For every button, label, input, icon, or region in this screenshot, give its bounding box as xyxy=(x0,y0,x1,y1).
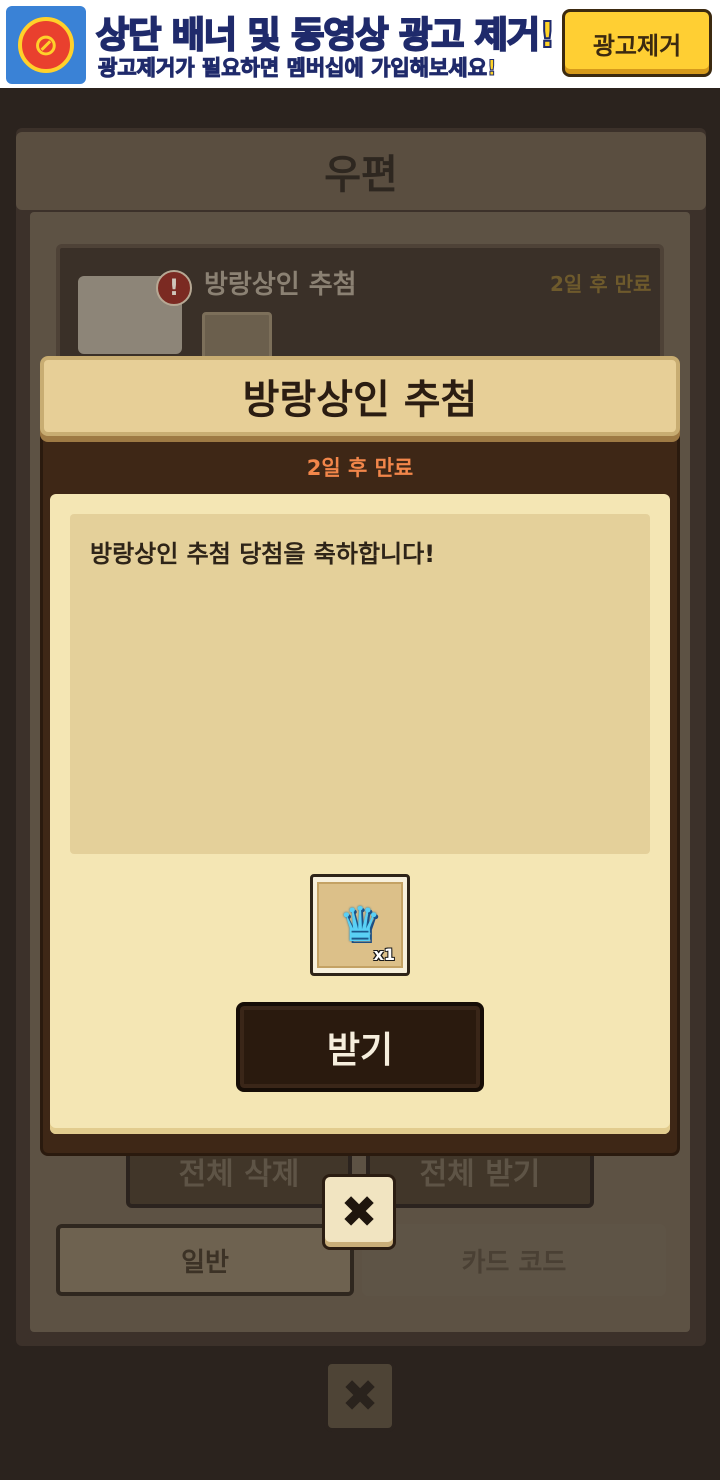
ad-banner-subtitle: 광고제거가 필요하면 멤버십에 가입해보세요! xyxy=(98,56,498,81)
tab-card-code[interactable]: 카드 코드 xyxy=(362,1224,666,1296)
reward-item-frame: ♛ x1 xyxy=(317,882,403,968)
dialog-message: 방랑상인 추첨 당첨을 축하합니다! xyxy=(90,540,436,568)
no-ads-glyph: ⊘ xyxy=(18,17,74,73)
mailbox-close-button[interactable]: ✖ xyxy=(324,1360,396,1432)
remove-ads-button[interactable]: 광고제거 xyxy=(562,9,712,77)
mailbox-header: 우편 xyxy=(16,132,706,210)
alert-icon: ! xyxy=(156,270,192,306)
mail-item-expiry: 2일 후 만료 xyxy=(550,272,652,296)
mail-item-title: 방랑상인 추첨 xyxy=(204,270,357,300)
receive-button-label: 받기 xyxy=(326,1030,394,1071)
dialog-expiry: 2일 후 만료 xyxy=(306,456,414,480)
mailbox-title: 우편 xyxy=(324,152,398,198)
reward-quantity: x1 xyxy=(373,945,395,964)
reward-item-slot[interactable]: ♛ x1 xyxy=(310,874,410,976)
dialog-header: 방랑상인 추첨 xyxy=(40,356,680,436)
dialog-close-button[interactable]: ✖ xyxy=(322,1174,396,1250)
ad-remove-icon: ⊘ xyxy=(6,6,86,84)
ad-banner-title: 상단 배너 및 동영상 광고 제거! xyxy=(95,14,557,57)
tab-general[interactable]: 일반 xyxy=(56,1224,354,1296)
ad-banner[interactable]: ⊘ 상단 배너 및 동영상 광고 제거! 광고제거가 필요하면 멤버십에 가입해… xyxy=(0,0,720,88)
dialog-title: 방랑상인 추첨 xyxy=(242,377,478,423)
receive-button[interactable]: 받기 xyxy=(236,1002,484,1092)
